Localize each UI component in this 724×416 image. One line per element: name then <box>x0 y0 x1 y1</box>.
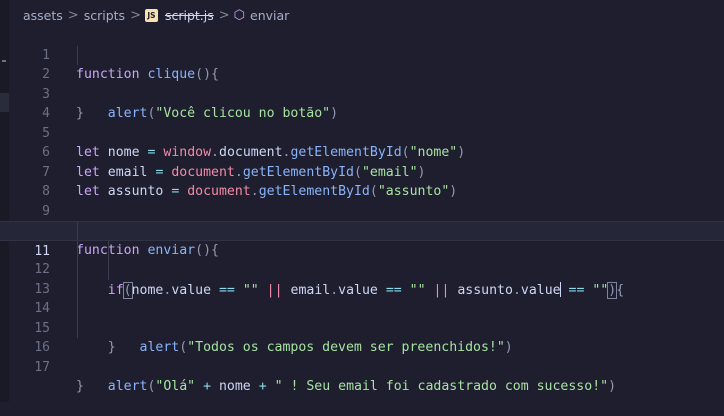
code-line[interactable]: 16 alert("Olá" + nome + " ! Seu email fo… <box>0 318 724 394</box>
code-editor[interactable]: 1 function clique(){ 2 alert("Você clico… <box>0 26 724 395</box>
code-line[interactable]: 2 alert("Você clicou no botão") <box>0 45 724 121</box>
breadcrumb-separator-icon: > <box>67 7 79 23</box>
code-line[interactable]: 5 let nome = window.document.getElementB… <box>0 104 724 161</box>
method-cube-icon: ⬡ <box>233 7 246 23</box>
code-line[interactable]: 12 <box>0 240 724 277</box>
indent-guide <box>77 222 78 240</box>
breadcrumb-symbol[interactable]: enviar <box>249 8 290 23</box>
breadcrumb-separator-icon: > <box>130 7 141 23</box>
indent-guide <box>108 240 109 260</box>
code-line[interactable]: 13 alert("Todos os campos devem ser pree… <box>0 260 724 355</box>
code-line[interactable]: 1 function clique(){ <box>0 26 724 83</box>
code-line[interactable]: 15 <box>0 299 724 336</box>
code-line[interactable]: 9 <box>0 182 724 219</box>
breadcrumb-file[interactable]: script.js <box>164 8 215 23</box>
indent-guide <box>77 318 78 338</box>
code-line-current[interactable]: 11 if(nome.value == "" || email.value ==… <box>0 221 724 299</box>
javascript-file-icon: JS <box>144 8 158 22</box>
code-line[interactable]: 14 } <box>0 279 724 355</box>
indent-guide <box>77 279 78 299</box>
code-line[interactable]: 17 } <box>0 338 724 395</box>
code-line[interactable]: 10 function enviar(){ <box>0 202 724 258</box>
code-line[interactable]: 6 let email = document.getElementById("e… <box>0 124 724 180</box>
indent-guide <box>77 240 78 260</box>
indent-guide <box>77 45 78 65</box>
code-line[interactable]: 8 <box>0 163 724 199</box>
code-text[interactable]: alert("Olá" + nome + " ! Seu email foi c… <box>76 377 616 397</box>
breadcrumb-assets[interactable]: assets <box>22 8 64 23</box>
code-line[interactable]: 3 } <box>0 65 724 122</box>
line-number: 17 <box>34 359 50 375</box>
code-line[interactable]: 4 <box>0 85 724 121</box>
code-text[interactable]: } <box>76 377 84 397</box>
breadcrumb-separator-icon: > <box>218 7 230 23</box>
indent-guide <box>108 260 109 280</box>
breadcrumb-scripts[interactable]: scripts <box>83 8 126 23</box>
indent-guide <box>77 260 78 280</box>
indent-guide <box>77 299 78 319</box>
code-line[interactable]: 7 let assunto = document.getElementById(… <box>0 143 724 200</box>
